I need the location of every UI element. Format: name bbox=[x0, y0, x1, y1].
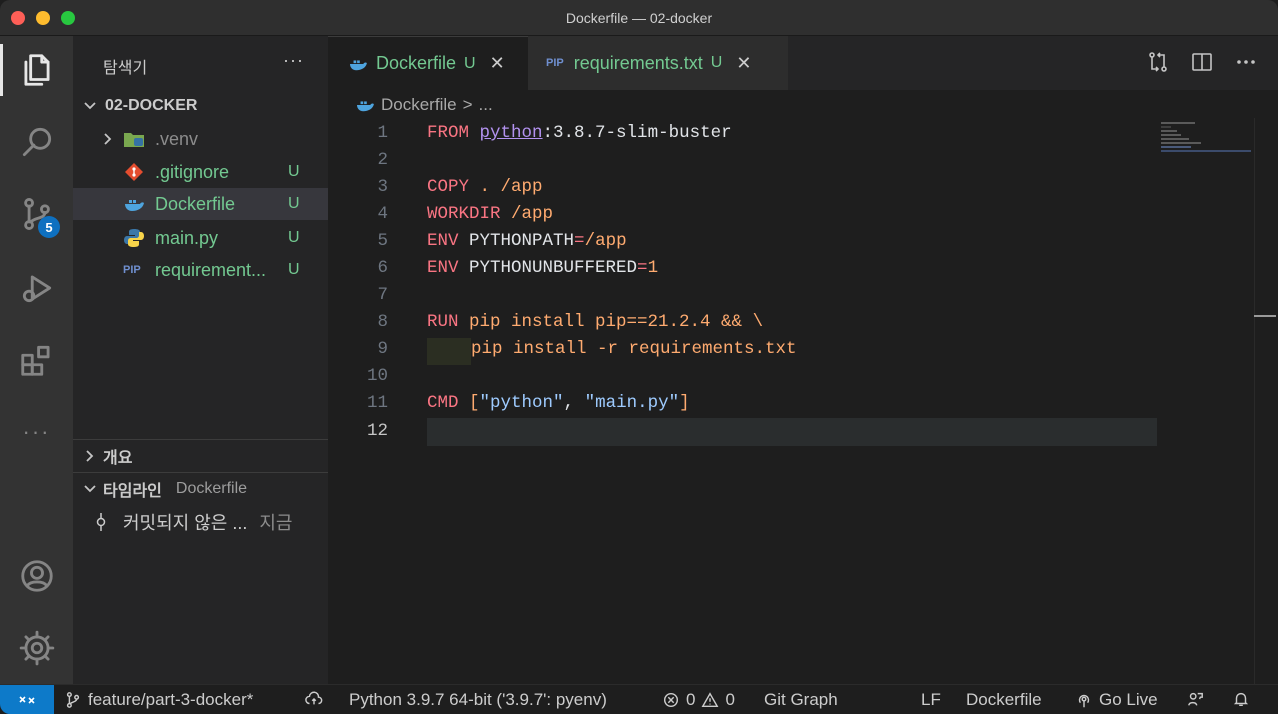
tree-item-dockerfile[interactable]: Dockerfile U bbox=[73, 188, 328, 220]
git-icon bbox=[123, 162, 145, 182]
go-live-button[interactable]: Go Live bbox=[1075, 690, 1158, 710]
pip-requirements-icon: PIP bbox=[546, 57, 564, 69]
docker-icon bbox=[123, 195, 145, 213]
title-bar: Dockerfile — 02-docker bbox=[0, 0, 1278, 36]
indent-highlight bbox=[427, 338, 471, 365]
python-interpreter-status[interactable]: Python 3.9.7 64-bit ('3.9.7': pyenv) bbox=[349, 690, 607, 710]
sync-status[interactable] bbox=[305, 690, 323, 708]
vscode-window: Dockerfile — 02-docker 5 ··· 탐색기 ··· 02-… bbox=[0, 0, 1278, 714]
accounts-icon[interactable] bbox=[0, 546, 73, 606]
code-line-3: COPY . /app bbox=[427, 177, 543, 197]
tree-item-venv[interactable]: .venv bbox=[73, 123, 328, 155]
search-icon[interactable] bbox=[0, 112, 73, 172]
python-icon bbox=[123, 228, 145, 248]
remote-indicator-button[interactable] bbox=[0, 685, 54, 714]
close-tab-icon[interactable]: ✕ bbox=[736, 53, 751, 74]
feedback-icon bbox=[1188, 692, 1203, 706]
code-line-6: ENV PYTHONUNBUFFERED=1 bbox=[427, 258, 659, 278]
tree-item-main-py[interactable]: main.py U bbox=[73, 222, 328, 254]
remote-icon bbox=[19, 696, 35, 704]
minimap[interactable] bbox=[1161, 122, 1256, 152]
extensions-icon[interactable] bbox=[0, 330, 73, 390]
line-number: 5 bbox=[377, 231, 388, 251]
git-branch-icon bbox=[66, 692, 80, 708]
line-number: 3 bbox=[377, 177, 388, 197]
error-icon bbox=[663, 692, 679, 708]
tab-requirements[interactable]: PIP requirements.txt U ✕ bbox=[528, 36, 788, 90]
problems-status[interactable]: 0 0 bbox=[662, 690, 735, 710]
project-folder[interactable]: 02-DOCKER bbox=[73, 90, 328, 122]
bell-icon bbox=[1233, 692, 1249, 707]
line-number: 6 bbox=[377, 258, 388, 278]
more-actions-icon[interactable] bbox=[1234, 50, 1258, 74]
chevron-right-icon bbox=[104, 133, 112, 145]
explorer-header: 탐색기 bbox=[103, 60, 148, 77]
line-number: 8 bbox=[377, 312, 388, 332]
branch-status[interactable]: feature/part-3-docker* bbox=[64, 690, 253, 710]
cloud-upload-icon bbox=[305, 691, 323, 705]
code-line-4: WORKDIR /app bbox=[427, 204, 554, 224]
git-graph-button[interactable]: Git Graph bbox=[764, 690, 838, 710]
scrollbar-position-indicator bbox=[1254, 315, 1276, 317]
chevron-right-icon bbox=[86, 449, 94, 462]
line-number: 10 bbox=[366, 366, 388, 386]
source-control-badge: 5 bbox=[38, 216, 60, 238]
run-debug-icon[interactable] bbox=[0, 258, 73, 318]
code-line-8: RUN pip install pip==21.2.4 && \ bbox=[427, 312, 764, 332]
split-editor-icon[interactable] bbox=[1190, 50, 1214, 74]
breadcrumb-separator: > bbox=[462, 95, 473, 114]
python-folder-icon bbox=[123, 130, 145, 148]
code-line-9: pip install -r requirements.txt bbox=[471, 339, 797, 359]
line-number: 9 bbox=[377, 339, 388, 359]
line-number: 4 bbox=[377, 204, 388, 224]
commit-icon bbox=[96, 513, 106, 531]
timeline-section[interactable]: 타임라인 Dockerfile bbox=[73, 472, 328, 504]
breadcrumb: Dockerfile > ... bbox=[355, 95, 493, 115]
feedback-button[interactable] bbox=[1186, 690, 1204, 708]
pip-requirements-icon: PIP bbox=[123, 264, 141, 276]
docker-icon bbox=[355, 97, 375, 113]
explorer-more-icon[interactable]: ··· bbox=[283, 50, 304, 71]
line-number: 2 bbox=[377, 150, 388, 170]
breadcrumb-symbol[interactable]: ... bbox=[479, 95, 493, 115]
tree-item-requirements[interactable]: PIP requirement... U bbox=[73, 254, 328, 286]
warning-icon bbox=[702, 692, 719, 708]
tree-item-gitignore[interactable]: .gitignore U bbox=[73, 156, 328, 188]
activity-bar: 5 ··· bbox=[0, 36, 73, 684]
code-line-11: CMD ["python", "main.py"] bbox=[427, 393, 690, 413]
eol-status[interactable]: LF bbox=[921, 690, 941, 710]
settings-gear-icon[interactable] bbox=[0, 618, 73, 678]
line-number: 7 bbox=[377, 285, 388, 305]
breadcrumb-file[interactable]: Dockerfile bbox=[381, 95, 457, 115]
notifications-button[interactable] bbox=[1232, 690, 1250, 708]
current-line-highlight bbox=[427, 418, 1157, 446]
broadcast-icon bbox=[1078, 694, 1090, 708]
explorer-icon[interactable] bbox=[0, 40, 73, 100]
editor-actions bbox=[1146, 50, 1258, 74]
open-changes-icon[interactable] bbox=[1146, 50, 1170, 74]
line-number-current: 12 bbox=[366, 421, 388, 441]
more-views-icon[interactable]: ··· bbox=[0, 402, 73, 462]
source-control-icon[interactable]: 5 bbox=[0, 184, 73, 244]
line-number: 11 bbox=[366, 393, 388, 413]
timeline-entry[interactable]: 커밋되지 않은 ... 지금 bbox=[73, 506, 328, 538]
close-tab-icon[interactable]: ✕ bbox=[490, 53, 505, 74]
code-line-1: FROM python:3.8.7-slim-buster bbox=[427, 123, 732, 143]
code-line-5: ENV PYTHONPATH=/app bbox=[427, 231, 627, 251]
explorer-sidebar: 탐색기 ··· 02-DOCKER .venv .gitignore U Doc… bbox=[73, 36, 328, 684]
status-bar: feature/part-3-docker* Python 3.9.7 64-b… bbox=[0, 684, 1278, 714]
line-number: 1 bbox=[377, 123, 388, 143]
language-mode-status[interactable]: Dockerfile bbox=[966, 690, 1042, 710]
tab-dockerfile[interactable]: Dockerfile U ✕ bbox=[328, 36, 528, 90]
window-title: Dockerfile — 02-docker bbox=[565, 10, 713, 26]
code-editor[interactable]: 1 2 3 4 5 6 7 8 9 10 11 12 FROM python:3… bbox=[328, 118, 1278, 684]
chevron-down-icon bbox=[84, 102, 96, 110]
docker-icon bbox=[348, 56, 368, 72]
scrollbar-track[interactable] bbox=[1254, 118, 1255, 684]
editor-tabs: Dockerfile U ✕ PIP requirements.txt U ✕ bbox=[328, 36, 1278, 90]
chevron-down-icon bbox=[84, 484, 96, 492]
outline-section[interactable]: 개요 bbox=[73, 439, 328, 471]
